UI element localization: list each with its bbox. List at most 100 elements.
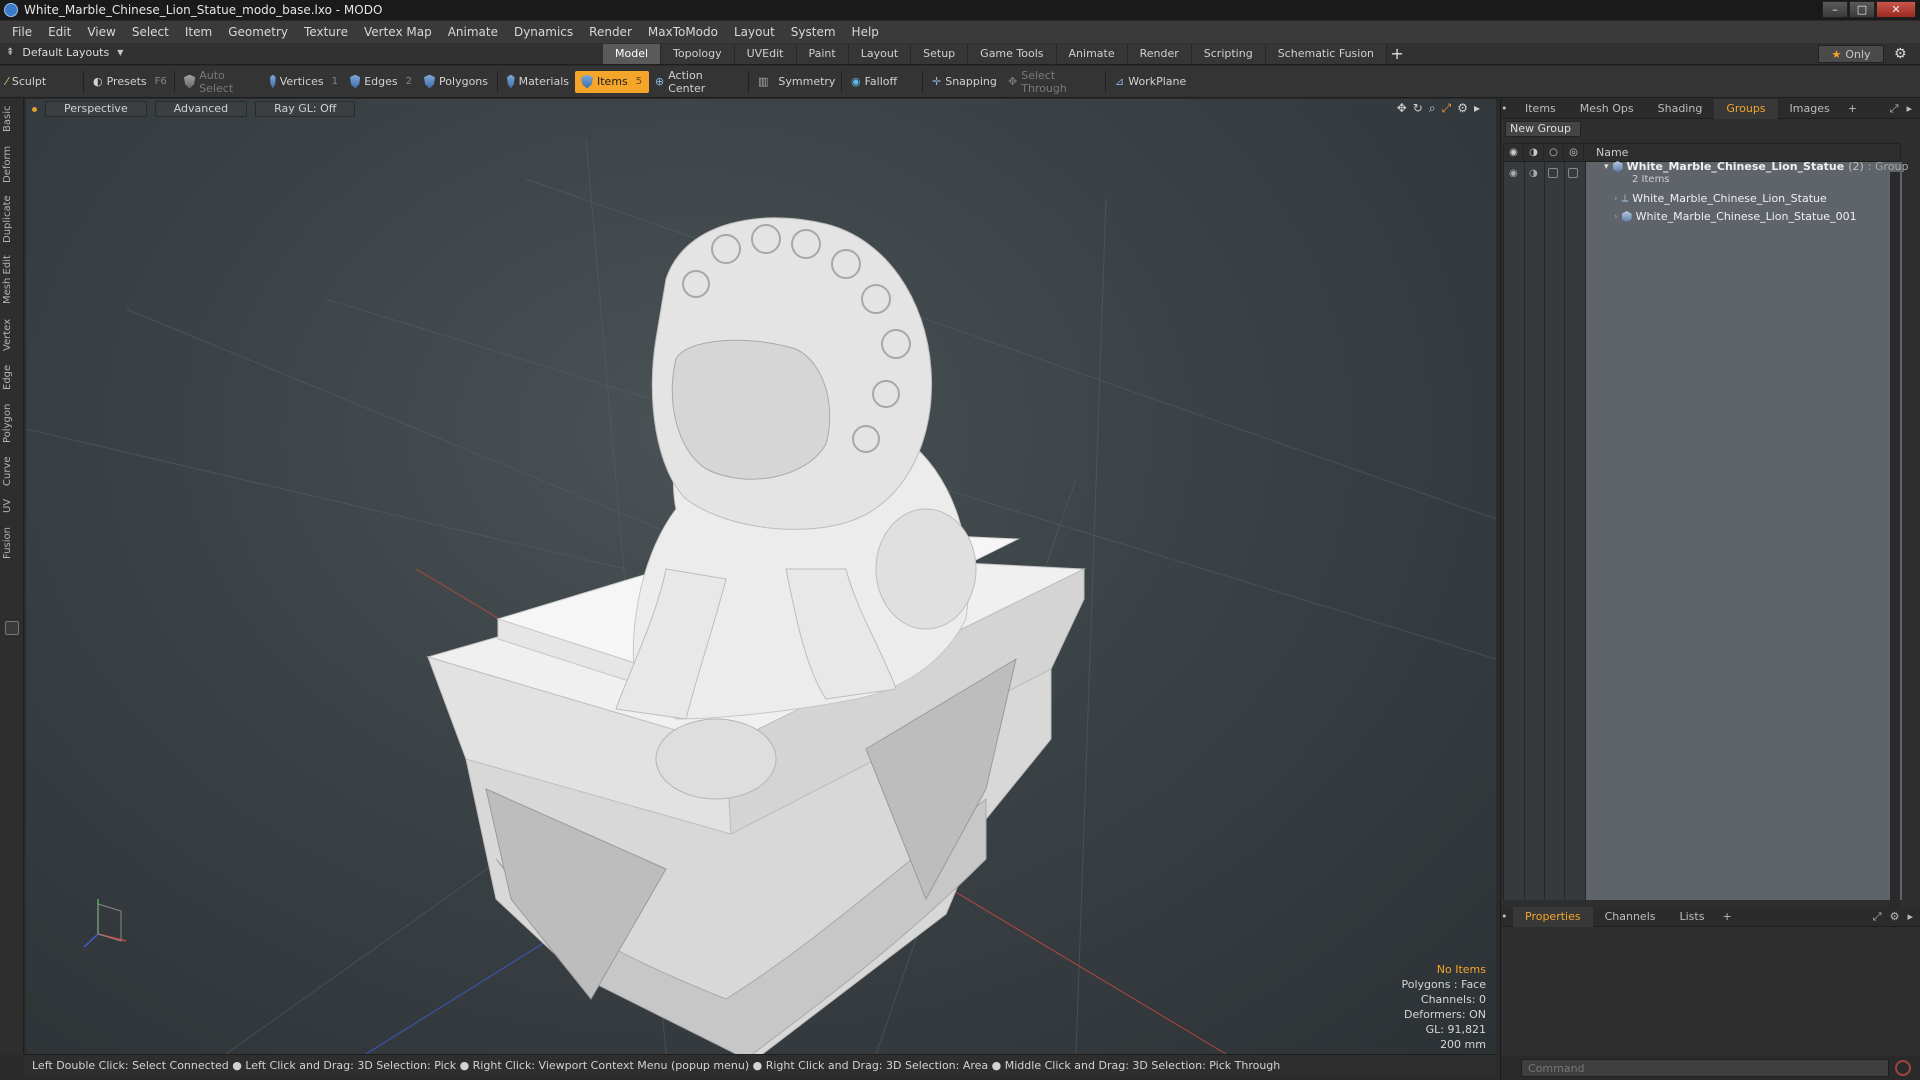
perspective-button[interactable]: Perspective <box>45 101 147 117</box>
tab-render[interactable]: Render <box>1127 44 1192 64</box>
row-lock-icon[interactable] <box>1548 168 1558 178</box>
vtab-uv[interactable]: UV <box>2 497 22 515</box>
visibility-eye-icon[interactable]: ◉ <box>1504 144 1524 161</box>
gear-icon[interactable]: ⚙ <box>1894 46 1910 62</box>
only-button[interactable]: ★ Only <box>1818 45 1884 63</box>
vtab-polygon[interactable]: Polygon <box>2 401 22 445</box>
layouts-dropdown[interactable]: ⇞ Default Layouts ▼ <box>6 46 123 59</box>
menu-system[interactable]: System <box>783 25 844 39</box>
snapping-button[interactable]: ✛ Snapping <box>926 71 1002 93</box>
tab-shading[interactable]: Shading <box>1646 99 1715 119</box>
vtab-basic[interactable]: Basic <box>2 105 22 133</box>
panel-toggle-icon[interactable] <box>5 621 19 635</box>
properties-maximize-icon[interactable]: ⤢ <box>1873 910 1882 924</box>
row-eye-icon[interactable]: ◉ <box>1509 168 1518 179</box>
collapse-icon[interactable]: ▾ <box>1604 162 1609 172</box>
tab-uvedit[interactable]: UVEdit <box>734 44 797 64</box>
menu-help[interactable]: Help <box>844 25 887 39</box>
presets-button[interactable]: ◐ Presets F6 <box>87 71 171 93</box>
properties-gear-icon[interactable]: ⚙ <box>1890 910 1900 924</box>
row-render-icon[interactable]: ◑ <box>1529 168 1538 179</box>
menu-layout[interactable]: Layout <box>726 25 783 39</box>
add-panel-tab-icon[interactable]: + <box>1842 102 1863 115</box>
tab-game-tools[interactable]: Game Tools <box>968 44 1057 64</box>
scrollbar[interactable] <box>1890 172 1900 912</box>
action-center-button[interactable]: ⊕ Action Center <box>649 69 745 95</box>
vtab-vertex[interactable]: Vertex <box>2 317 22 353</box>
tab-layout[interactable]: Layout <box>848 44 912 64</box>
symmetry-button[interactable]: ▥ Symmetry <box>752 71 838 93</box>
vtab-curve[interactable]: Curve <box>2 455 22 487</box>
edges-button[interactable]: Edges 2 <box>344 71 418 93</box>
menu-maxtomodo[interactable]: MaxToModo <box>640 25 726 39</box>
menu-file[interactable]: File <box>4 25 40 39</box>
materials-button[interactable]: Materials <box>501 71 575 93</box>
render-icon[interactable]: ◑ <box>1524 144 1544 161</box>
tab-mesh-ops[interactable]: Mesh Ops <box>1568 99 1646 119</box>
command-input[interactable] <box>1521 1059 1889 1077</box>
menu-vertex-map[interactable]: Vertex Map <box>356 25 440 39</box>
lion-statue-model[interactable] <box>426 217 1086 1054</box>
auto-select-button[interactable]: Auto Select <box>178 69 264 95</box>
tab-model[interactable]: Model <box>603 44 662 64</box>
tab-items[interactable]: Items <box>1513 99 1568 119</box>
menu-animate[interactable]: Animate <box>440 25 506 39</box>
vertices-button[interactable]: Vertices 1 <box>264 71 344 93</box>
tab-paint[interactable]: Paint <box>796 44 849 64</box>
select-icon[interactable]: ◎ <box>1564 144 1584 161</box>
panel-maximize-icon[interactable]: ⤢ <box>1890 102 1899 116</box>
tab-lists[interactable]: Lists <box>1668 907 1717 927</box>
group-child-row[interactable]: › ⟂ White_Marble_Chinese_Lion_Statue <box>1614 192 1827 205</box>
falloff-button[interactable]: ◉ Falloff <box>845 71 919 93</box>
sculpt-button[interactable]: ⁄ Sculpt <box>0 71 80 93</box>
menu-edit[interactable]: Edit <box>40 25 79 39</box>
maximize-button[interactable]: □ <box>1849 1 1875 18</box>
select-through-button[interactable]: ✥ Select Through <box>1002 69 1102 95</box>
menu-render[interactable]: Render <box>581 25 640 39</box>
vtab-duplicate[interactable]: Duplicate <box>2 195 22 243</box>
vtab-edge[interactable]: Edge <box>2 363 22 391</box>
menu-view[interactable]: View <box>79 25 123 39</box>
pan-icon[interactable]: ✥ <box>1397 101 1407 116</box>
rotate-icon[interactable]: ↻ <box>1413 101 1423 116</box>
tab-properties[interactable]: Properties <box>1513 906 1593 927</box>
row-select-icon[interactable] <box>1568 168 1578 178</box>
add-tab-icon[interactable]: + <box>1387 44 1407 64</box>
menu-dynamics[interactable]: Dynamics <box>506 25 581 39</box>
name-column-header[interactable]: Name <box>1584 146 1628 159</box>
vtab-mesh-edit[interactable]: Mesh Edit <box>2 255 22 305</box>
viewport-gear-icon[interactable]: ⚙ <box>1457 101 1468 116</box>
3d-viewport[interactable]: Perspective Advanced Ray GL: Off ✥ ↻ ⌕ ⤢… <box>26 99 1496 1054</box>
menu-texture[interactable]: Texture <box>296 25 356 39</box>
menu-item[interactable]: Item <box>177 25 220 39</box>
properties-expand-icon[interactable]: ▸ <box>1907 910 1913 924</box>
items-button[interactable]: Items 5 <box>575 70 649 93</box>
add-properties-tab-icon[interactable]: + <box>1716 910 1737 923</box>
tab-images[interactable]: Images <box>1778 99 1842 119</box>
lock-icon[interactable]: ○ <box>1544 144 1564 161</box>
polygons-button[interactable]: Polygons <box>418 71 494 93</box>
viewport-menu-dot-icon[interactable] <box>32 106 37 112</box>
new-group-button[interactable]: New Group <box>1505 121 1581 137</box>
vtab-deform[interactable]: Deform <box>2 145 22 183</box>
minimize-button[interactable]: – <box>1822 1 1848 18</box>
panel-expand-icon[interactable]: ▸ <box>1906 102 1912 116</box>
tab-animate[interactable]: Animate <box>1056 44 1128 64</box>
workplane-button[interactable]: ⊿ WorkPlane <box>1109 71 1189 93</box>
menu-select[interactable]: Select <box>124 25 177 39</box>
tab-topology[interactable]: Topology <box>661 44 735 64</box>
viewport-expand-icon[interactable]: ▸ <box>1474 101 1480 116</box>
tab-channels[interactable]: Channels <box>1593 907 1668 927</box>
tab-scripting[interactable]: Scripting <box>1191 44 1266 64</box>
shading-button[interactable]: Advanced <box>154 101 248 117</box>
tab-groups[interactable]: Groups <box>1714 98 1778 119</box>
menu-geometry[interactable]: Geometry <box>220 25 296 39</box>
vtab-fusion[interactable]: Fusion <box>2 525 22 561</box>
tab-schematic-fusion[interactable]: Schematic Fusion <box>1265 44 1388 64</box>
fit-icon[interactable]: ⤢ <box>1442 101 1452 116</box>
close-button[interactable]: ✕ <box>1876 1 1916 18</box>
raygl-button[interactable]: Ray GL: Off <box>255 101 356 117</box>
command-history-icon[interactable] <box>1895 1060 1911 1076</box>
zoom-icon[interactable]: ⌕ <box>1429 101 1436 116</box>
tab-setup[interactable]: Setup <box>911 44 969 64</box>
